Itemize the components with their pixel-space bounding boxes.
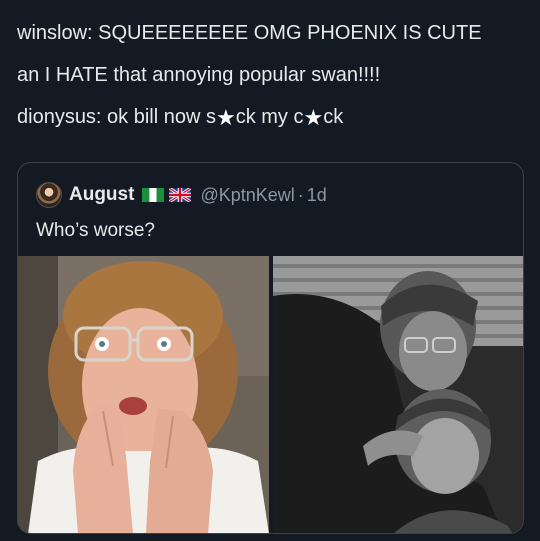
quoted-tweet-header: August @KptnKewl · 1d xyxy=(36,182,327,208)
post-line-2: an I HATE that annoying popular swan!!!! xyxy=(17,64,381,86)
post-line-1: winslow: SQUEEEEEEEE OMG PHOENIX IS CUTE xyxy=(17,22,482,44)
separator-dot: · xyxy=(297,184,304,205)
censor-star-icon: ★ xyxy=(215,105,236,130)
photo-man-holding-boy-bw xyxy=(273,256,523,533)
post-line-3: dionysus: ok bill now s★ck my c★ck xyxy=(17,104,529,146)
quoted-tweet-text: Who’s worse? xyxy=(36,220,155,241)
display-name[interactable]: August xyxy=(69,184,134,206)
user-handle[interactable]: @KptnKewl xyxy=(200,185,294,206)
media-image-right[interactable] xyxy=(273,256,523,533)
media-image-left[interactable] xyxy=(18,256,269,533)
nigeria-flag-icon xyxy=(142,188,165,202)
post-line-3-part-b: ck my c xyxy=(235,106,304,128)
post-line-3-part-c: ck xyxy=(323,106,344,128)
photo-man-glasses-color xyxy=(18,256,269,533)
uk-flag-icon xyxy=(169,188,192,202)
censor-star-icon: ★ xyxy=(303,105,324,130)
media-grid xyxy=(18,256,523,533)
quoted-tweet-card[interactable]: August @KptnKewl · 1d Who’s worse? xyxy=(17,162,524,534)
timestamp[interactable]: 1d xyxy=(307,185,327,206)
avatar[interactable] xyxy=(36,182,62,208)
post-text: winslow: SQUEEEEEEEE OMG PHOENIX IS CUTE… xyxy=(17,20,529,146)
post-line-3-part-a: dionysus: ok bill now s xyxy=(17,106,216,128)
